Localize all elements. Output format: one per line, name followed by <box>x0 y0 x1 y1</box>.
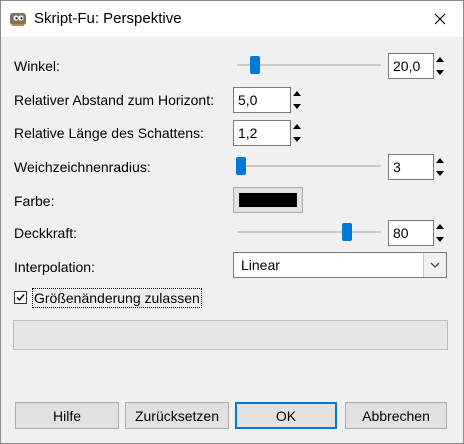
close-button[interactable] <box>417 1 463 37</box>
laenge-spinbox[interactable]: 1,2 <box>233 120 301 146</box>
weichzeichnen-stepper[interactable] <box>434 154 446 180</box>
weichzeichnen-label: Weichzeichnenradius: <box>14 159 151 175</box>
dialog-window: Skript-Fu: Perspektive Winkel: 20,0 Rela… <box>0 0 464 444</box>
winkel-stepper[interactable] <box>434 53 446 79</box>
farbe-label: Farbe: <box>14 193 55 209</box>
spin-down-icon[interactable] <box>291 100 303 113</box>
cancel-button[interactable]: Abbrechen <box>345 402 447 429</box>
deckkraft-value[interactable]: 80 <box>393 225 409 241</box>
resize-checkbox[interactable] <box>14 291 27 304</box>
reset-button-label: Zurücksetzen <box>134 407 220 424</box>
weichzeichnen-slider-thumb[interactable] <box>236 157 246 175</box>
reset-button[interactable]: Zurücksetzen <box>125 402 229 429</box>
laenge-label: Relative Länge des Schattens: <box>14 125 204 141</box>
weichzeichnen-spinbox[interactable]: 3 <box>388 154 444 180</box>
dropdown-button[interactable] <box>423 253 446 277</box>
deckkraft-slider[interactable] <box>237 223 381 241</box>
deckkraft-label: Deckkraft: <box>14 225 78 241</box>
spin-up-icon[interactable] <box>434 154 446 167</box>
spin-up-icon[interactable] <box>291 87 303 100</box>
weichzeichnen-value[interactable]: 3 <box>393 159 401 175</box>
color-picker-button[interactable] <box>233 187 303 213</box>
spin-down-icon[interactable] <box>291 133 303 146</box>
gimp-wilber-icon <box>10 13 26 26</box>
cancel-button-label: Abbrechen <box>362 407 430 424</box>
interpolation-select[interactable]: Linear <box>233 252 447 278</box>
interpolation-value: Linear <box>241 257 280 273</box>
help-button[interactable]: Hilfe <box>15 402 119 429</box>
deckkraft-stepper[interactable] <box>434 220 446 246</box>
close-icon <box>434 13 446 25</box>
chevron-down-icon <box>430 262 440 268</box>
interpolation-label: Interpolation: <box>14 259 95 275</box>
winkel-value[interactable]: 20,0 <box>393 58 420 74</box>
winkel-slider[interactable] <box>237 56 381 74</box>
progress-bar <box>13 320 448 350</box>
title-bar: Skript-Fu: Perspektive <box>1 1 463 37</box>
weichzeichnen-slider[interactable] <box>236 157 381 175</box>
window-title: Skript-Fu: Perspektive <box>34 10 182 27</box>
abstand-value[interactable]: 5,0 <box>238 92 257 108</box>
color-swatch <box>239 193 297 207</box>
deckkraft-slider-thumb[interactable] <box>342 223 352 241</box>
winkel-spinbox[interactable]: 20,0 <box>388 53 444 79</box>
ok-button-label: OK <box>275 407 297 424</box>
abstand-label: Relativer Abstand zum Horizont: <box>14 92 214 108</box>
laenge-stepper[interactable] <box>291 120 303 146</box>
deckkraft-spinbox[interactable]: 80 <box>388 220 444 246</box>
spin-up-icon[interactable] <box>434 220 446 233</box>
abstand-stepper[interactable] <box>291 87 303 113</box>
resize-checkbox-label[interactable]: Größenänderung zulassen <box>32 288 202 308</box>
ok-button[interactable]: OK <box>235 402 337 429</box>
laenge-value[interactable]: 1,2 <box>238 125 257 141</box>
spin-up-icon[interactable] <box>291 120 303 133</box>
winkel-slider-thumb[interactable] <box>250 56 260 74</box>
spin-down-icon[interactable] <box>434 167 446 180</box>
spin-down-icon[interactable] <box>434 66 446 79</box>
spin-down-icon[interactable] <box>434 233 446 246</box>
help-button-label: Hilfe <box>52 407 81 424</box>
spin-up-icon[interactable] <box>434 53 446 66</box>
abstand-spinbox[interactable]: 5,0 <box>233 87 301 113</box>
checkmark-icon <box>16 294 25 302</box>
winkel-label: Winkel: <box>14 58 60 74</box>
